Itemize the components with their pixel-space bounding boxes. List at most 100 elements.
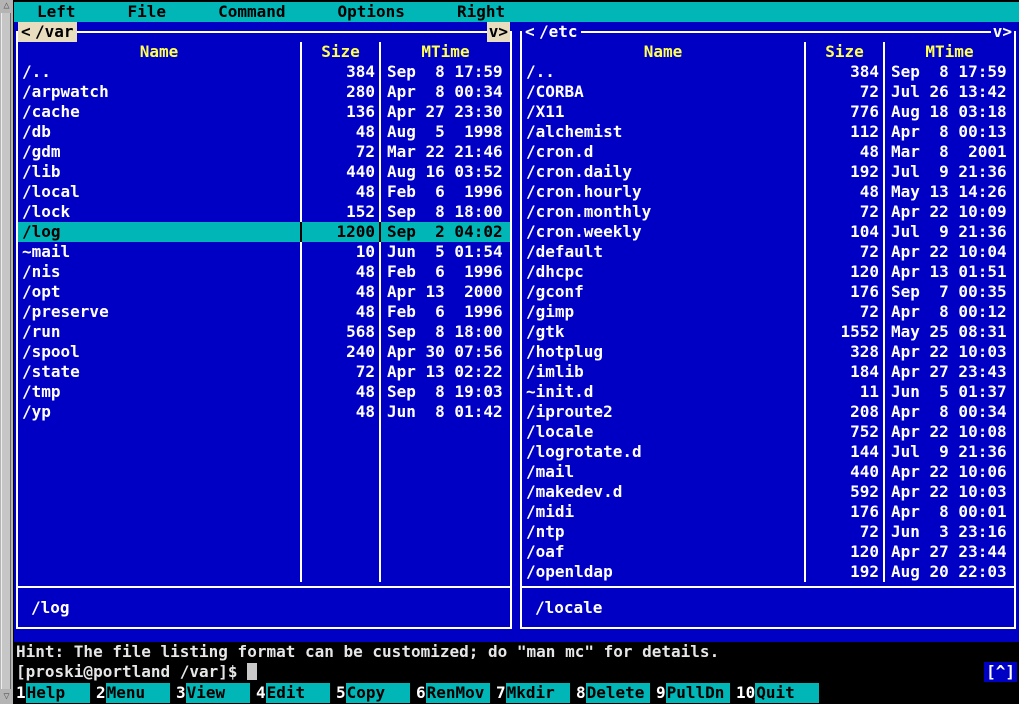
right-panel-path[interactable]: /etc	[536, 22, 581, 42]
file-row[interactable]: /gtk1552May 25 08:31	[522, 322, 1014, 342]
right-panel-mini-status: /locale	[522, 586, 1014, 627]
right-file-list: /..384Sep 8 17:59/CORBA72Jul 26 13:42/X1…	[522, 62, 1014, 582]
column-header-size[interactable]: Size	[804, 42, 883, 62]
scrollbar-thumb[interactable]	[1, 13, 11, 689]
file-row[interactable]: /spool240Apr 30 07:56	[18, 342, 510, 362]
fkey-number: 5	[336, 683, 346, 703]
file-row[interactable]: ~init.d11Jun 5 01:37	[522, 382, 1014, 402]
scrollbar-up-icon[interactable]: △	[0, 0, 13, 12]
file-mtime: Feb 6 1996	[379, 182, 510, 202]
file-row[interactable]: ~mail10Jun 5 01:54	[18, 242, 510, 262]
fkey-quit[interactable]: 10Quit	[736, 683, 819, 703]
fkey-delete[interactable]: 8Delete	[576, 683, 656, 703]
file-size: 120	[804, 542, 883, 562]
file-row[interactable]: /..384Sep 8 17:59	[522, 62, 1014, 82]
terminal-scrollbar[interactable]: △ ▽	[0, 0, 14, 704]
file-row[interactable]: /cron.daily192Jul 9 21:36	[522, 162, 1014, 182]
file-size: 152	[300, 202, 379, 222]
menu-bar: Left File Command Options Right	[14, 0, 1019, 22]
left-panel-path[interactable]: /var	[32, 22, 77, 42]
column-header-size[interactable]: Size	[300, 42, 379, 62]
file-row[interactable]: /dhcpc120Apr 13 01:51	[522, 262, 1014, 282]
file-row[interactable]: /imlib184Apr 27 23:43	[522, 362, 1014, 382]
file-row[interactable]: /openldap192Aug 20 22:03	[522, 562, 1014, 582]
file-row[interactable]: /gimp72Apr 8 00:12	[522, 302, 1014, 322]
file-row[interactable]: /gconf176Sep 7 00:35	[522, 282, 1014, 302]
file-row[interactable]: /preserve48Feb 6 1996	[18, 302, 510, 322]
fkey-copy[interactable]: 5Copy	[336, 683, 416, 703]
file-row[interactable]: /cron.d48Mar 8 2001	[522, 142, 1014, 162]
file-size: 384	[804, 62, 883, 82]
file-size: 104	[804, 222, 883, 242]
column-header-mtime[interactable]: MTime	[379, 42, 510, 62]
file-row[interactable]: /makedev.d592Apr 22 10:03	[522, 482, 1014, 502]
file-row[interactable]: /oaf120Apr 27 23:44	[522, 542, 1014, 562]
file-row[interactable]: /default72Apr 22 10:04	[522, 242, 1014, 262]
scrollbar-down-icon[interactable]: ▽	[0, 691, 13, 703]
file-row[interactable]: /lock152Sep 8 18:00	[18, 202, 510, 222]
file-row[interactable]: /midi176Apr 8 00:01	[522, 502, 1014, 522]
file-row[interactable]: /hotplug328Apr 22 10:03	[522, 342, 1014, 362]
file-row[interactable]: /tmp48Sep 8 19:03	[18, 382, 510, 402]
file-size: 752	[804, 422, 883, 442]
fkey-help[interactable]: 1Help	[16, 683, 96, 703]
file-row[interactable]: /..384Sep 8 17:59	[18, 62, 510, 82]
file-row[interactable]: /cron.monthly72Apr 22 10:09	[522, 202, 1014, 222]
listing-dropdown-icon[interactable]: v>	[991, 22, 1014, 42]
file-row[interactable]: /state72Apr 13 02:22	[18, 362, 510, 382]
file-row[interactable]: /opt48Apr 13 2000	[18, 282, 510, 302]
menu-item-left[interactable]: Left	[37, 2, 76, 22]
file-row[interactable]: /log1200Sep 2 04:02	[18, 222, 510, 242]
file-mtime: Apr 8 00:13	[883, 122, 1014, 142]
file-row[interactable]: /db48Aug 5 1998	[18, 122, 510, 142]
file-row[interactable]: /mail440Apr 22 10:06	[522, 462, 1014, 482]
fkey-pulldn[interactable]: 9PullDn	[656, 683, 736, 703]
file-mtime: Apr 22 10:04	[883, 242, 1014, 262]
fkey-renmov[interactable]: 6RenMov	[416, 683, 496, 703]
file-mtime: Aug 20 22:03	[883, 562, 1014, 582]
file-mtime: Apr 30 07:56	[379, 342, 510, 362]
file-row[interactable]: /logrotate.d144Jul 9 21:36	[522, 442, 1014, 462]
scroll-up-button[interactable]: [^]	[984, 662, 1017, 682]
column-header-name[interactable]: Name	[18, 42, 300, 62]
left-panel: </varv>NameSizeMTime/..384Sep 8 17:59/ar…	[16, 31, 512, 629]
menu-item-options[interactable]: Options	[338, 2, 405, 22]
file-row[interactable]: /yp48Jun 8 01:42	[18, 402, 510, 422]
file-name: /mail	[522, 462, 804, 482]
listing-dropdown-icon[interactable]: v>	[487, 22, 510, 42]
fkey-mkdir[interactable]: 7Mkdir	[496, 683, 576, 703]
file-row[interactable]: /ntp72Jun 3 23:16	[522, 522, 1014, 542]
file-row[interactable]: /X11776Aug 18 03:18	[522, 102, 1014, 122]
file-mtime: Apr 22 10:06	[883, 462, 1014, 482]
command-line[interactable]: [proski@portland /var]$[^]	[14, 662, 1019, 682]
fkey-label: Quit	[755, 683, 819, 703]
file-name: /cron.d	[522, 142, 804, 162]
file-size: 1552	[804, 322, 883, 342]
file-row[interactable]: /iproute2208Apr 8 00:34	[522, 402, 1014, 422]
file-mtime: Mar 8 2001	[883, 142, 1014, 162]
file-row[interactable]: /arpwatch280Apr 8 00:34	[18, 82, 510, 102]
file-row[interactable]: /lib440Aug 16 03:52	[18, 162, 510, 182]
column-header-name[interactable]: Name	[522, 42, 804, 62]
file-row[interactable]: /locale752Apr 22 10:08	[522, 422, 1014, 442]
file-row[interactable]: /cron.weekly104Jul 9 21:36	[522, 222, 1014, 242]
file-row[interactable]: /run568Sep 8 18:00	[18, 322, 510, 342]
fkey-view[interactable]: 3View	[176, 683, 256, 703]
panels-area: </varv>NameSizeMTime/..384Sep 8 17:59/ar…	[14, 22, 1019, 642]
file-row[interactable]: /cache136Apr 27 23:30	[18, 102, 510, 122]
file-row[interactable]: /cron.hourly48May 13 14:26	[522, 182, 1014, 202]
menu-item-right[interactable]: Right	[457, 2, 505, 22]
menu-item-file[interactable]: File	[128, 2, 167, 22]
fkey-edit[interactable]: 4Edit	[256, 683, 336, 703]
file-row[interactable]: /CORBA72Jul 26 13:42	[522, 82, 1014, 102]
file-size: 72	[804, 242, 883, 262]
fkey-number: 4	[256, 683, 266, 703]
menu-item-command[interactable]: Command	[218, 2, 285, 22]
file-row[interactable]: /alchemist112Apr 8 00:13	[522, 122, 1014, 142]
file-row[interactable]: /local48Feb 6 1996	[18, 182, 510, 202]
fkey-menu[interactable]: 2Menu	[96, 683, 176, 703]
file-name: /CORBA	[522, 82, 804, 102]
file-row[interactable]: /gdm72Mar 22 21:46	[18, 142, 510, 162]
file-row[interactable]: /nis48Feb 6 1996	[18, 262, 510, 282]
column-header-mtime[interactable]: MTime	[883, 42, 1014, 62]
